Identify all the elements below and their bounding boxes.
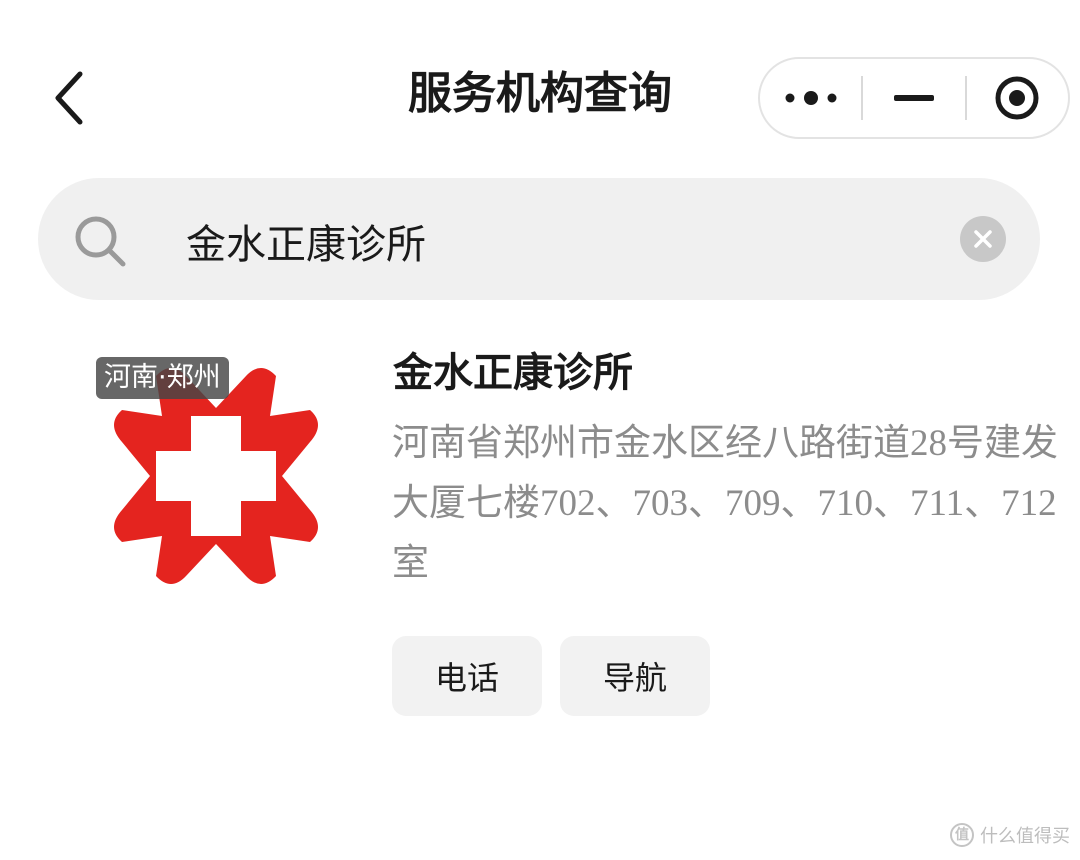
watermark: 值 什么值得买 xyxy=(950,822,1070,848)
clear-icon xyxy=(974,230,992,248)
close-button[interactable] xyxy=(967,59,1068,137)
minimize-button[interactable] xyxy=(863,59,964,137)
more-dots-icon xyxy=(785,91,837,105)
search-icon xyxy=(75,216,126,267)
watermark-text: 什么值得买 xyxy=(980,826,1070,847)
more-button[interactable] xyxy=(760,59,861,137)
navigation-button[interactable]: 导航 xyxy=(560,636,710,716)
search-input[interactable] xyxy=(186,208,926,274)
mini-program-capsule xyxy=(758,57,1070,139)
clinic-address: 河南省郑州市金水区经八路街道28号建发大厦七楼702、703、709、710、7… xyxy=(392,423,1058,584)
clinic-name[interactable]: 金水正康诊所 xyxy=(393,342,633,404)
clear-search-button[interactable] xyxy=(960,216,1006,262)
watermark-badge-icon: 值 xyxy=(950,823,974,847)
minimize-icon xyxy=(893,95,934,101)
target-close-icon xyxy=(995,76,1039,120)
phone-button[interactable]: 电话 xyxy=(392,636,542,716)
region-tag: 河南·郑州 xyxy=(96,357,229,399)
